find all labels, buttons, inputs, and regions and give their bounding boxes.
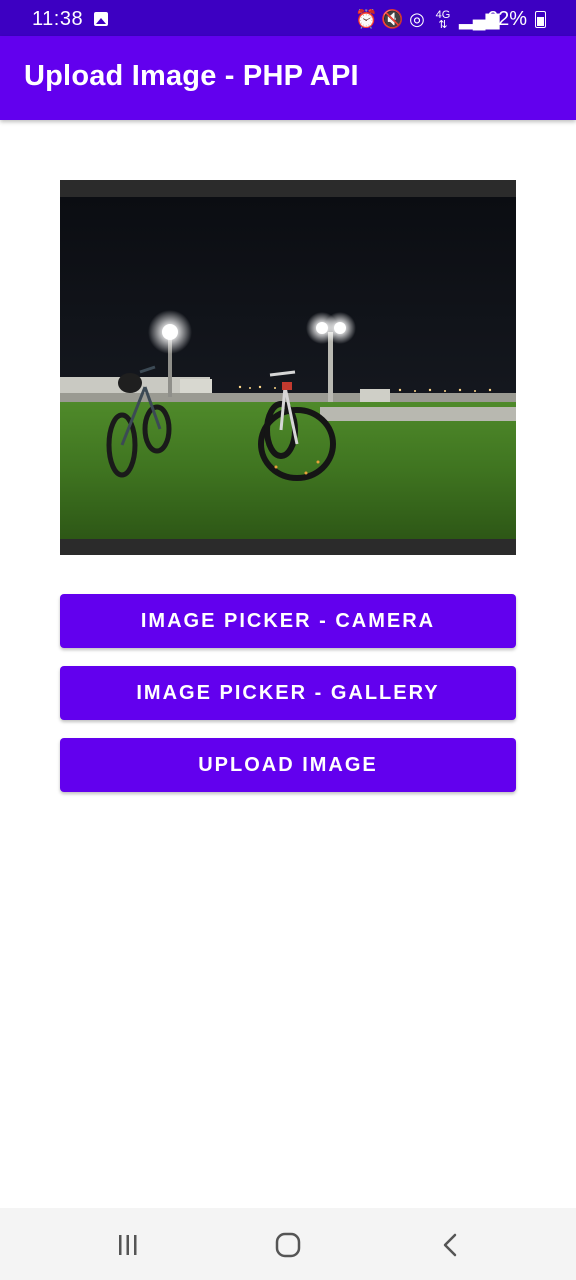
back-icon[interactable] — [430, 1230, 470, 1260]
alarm-icon: ⏰ — [354, 9, 378, 29]
recents-icon[interactable] — [108, 1230, 148, 1260]
hotspot-icon: ◎ — [409, 9, 425, 29]
preview-photo — [60, 197, 516, 539]
navigation-bar — [0, 1208, 576, 1280]
mute-icon: 🔇 — [380, 9, 404, 29]
battery-percentage: 62% — [486, 8, 527, 30]
gallery-icon — [94, 12, 108, 26]
upload-image-button[interactable]: UPLOAD IMAGE — [60, 738, 516, 792]
signal-icon: ▂▄▆ — [458, 9, 500, 29]
battery-icon — [535, 11, 546, 28]
4g-icon: 4G ⇅ — [435, 8, 451, 31]
image-picker-gallery-button[interactable]: IMAGE PICKER - GALLERY — [60, 666, 516, 720]
status-bar: 11:38 ⏰ 🔇 ◎ 4G ⇅ ▂▄▆ 62% — [0, 0, 576, 36]
page-title: Upload Image - PHP API — [24, 60, 359, 92]
app-bar: Upload Image - PHP API — [0, 36, 576, 120]
status-time: 11:38 — [32, 8, 84, 30]
image-preview — [60, 180, 516, 555]
image-picker-camera-button[interactable]: IMAGE PICKER - CAMERA — [60, 594, 516, 648]
status-icons: ⏰ 🔇 ◎ 4G ⇅ ▂▄▆ 62% — [355, 8, 546, 31]
home-icon[interactable] — [268, 1230, 308, 1260]
